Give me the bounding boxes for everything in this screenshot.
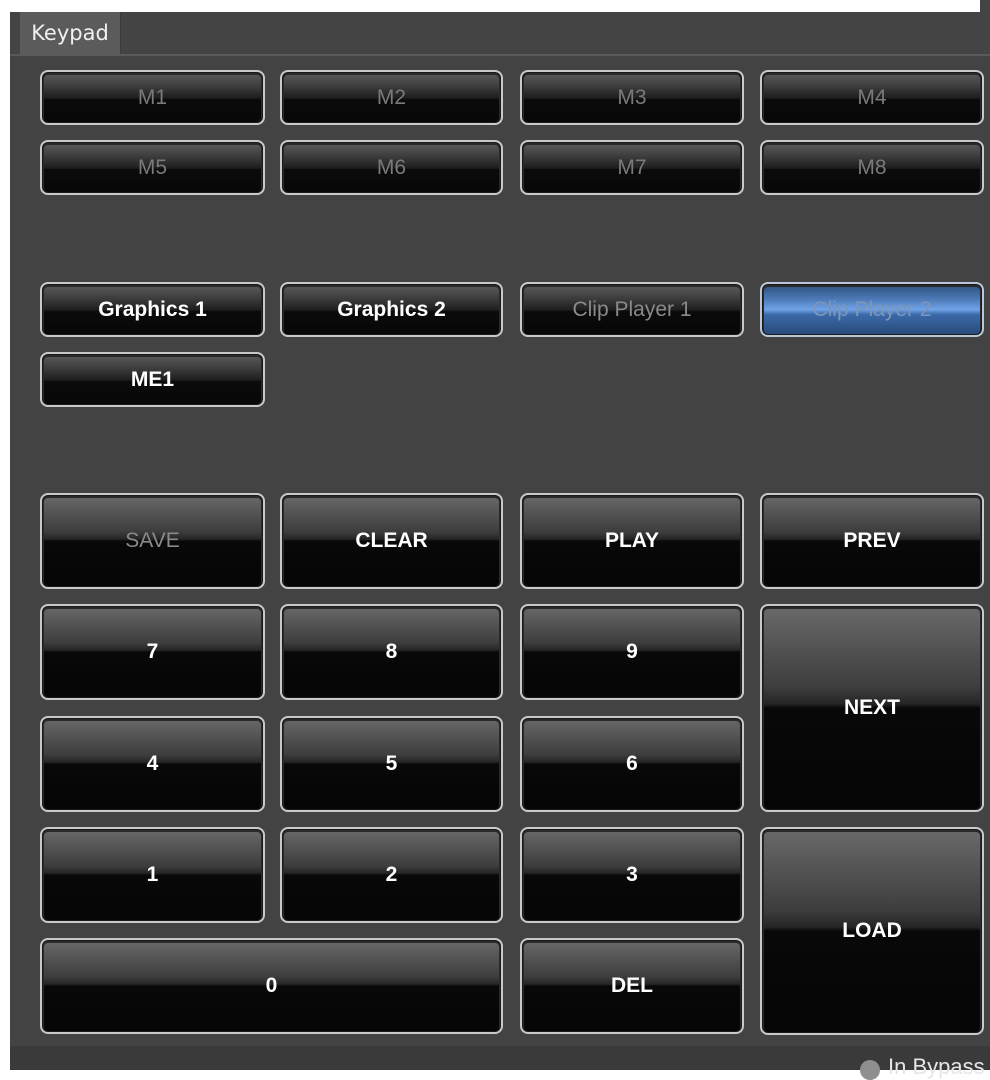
next-button[interactable]: NEXT	[760, 604, 984, 812]
prev-button[interactable]: PREV	[760, 493, 984, 589]
clear-button[interactable]: CLEAR	[280, 493, 503, 589]
macro-button-m7[interactable]: M7	[520, 140, 744, 195]
status-label: In Bypass	[888, 1054, 985, 1079]
digit-button-9[interactable]: 9	[520, 604, 744, 700]
source-button-clip-player-1[interactable]: Clip Player 1	[520, 282, 744, 337]
source-button-graphics-2[interactable]: Graphics 2	[280, 282, 503, 337]
macro-button-m3[interactable]: M3	[520, 70, 744, 125]
digit-button-4[interactable]: 4	[40, 716, 265, 812]
digit-button-3[interactable]: 3	[520, 827, 744, 923]
top-strip	[0, 0, 980, 12]
save-button[interactable]: SAVE	[40, 493, 265, 589]
source-button-me1[interactable]: ME1	[40, 352, 265, 407]
macro-button-m2[interactable]: M2	[280, 70, 503, 125]
digit-button-7[interactable]: 7	[40, 604, 265, 700]
source-button-graphics-1[interactable]: Graphics 1	[40, 282, 265, 337]
status-bar	[10, 1046, 990, 1070]
digit-button-6[interactable]: 6	[520, 716, 744, 812]
digit-button-5[interactable]: 5	[280, 716, 503, 812]
digit-button-1[interactable]: 1	[40, 827, 265, 923]
digit-button-8[interactable]: 8	[280, 604, 503, 700]
load-button[interactable]: LOAD	[760, 827, 984, 1035]
source-button-clip-player-2[interactable]: Clip Player 2	[760, 282, 984, 337]
digit-button-0[interactable]: 0	[40, 938, 503, 1034]
digit-button-2[interactable]: 2	[280, 827, 503, 923]
play-button[interactable]: PLAY	[520, 493, 744, 589]
status-indicator-icon	[860, 1060, 880, 1080]
macro-button-m1[interactable]: M1	[40, 70, 265, 125]
macro-button-m5[interactable]: M5	[40, 140, 265, 195]
macro-button-m4[interactable]: M4	[760, 70, 984, 125]
macro-button-m8[interactable]: M8	[760, 140, 984, 195]
tab-keypad[interactable]: Keypad	[20, 12, 121, 54]
del-button[interactable]: DEL	[520, 938, 744, 1034]
macro-button-m6[interactable]: M6	[280, 140, 503, 195]
